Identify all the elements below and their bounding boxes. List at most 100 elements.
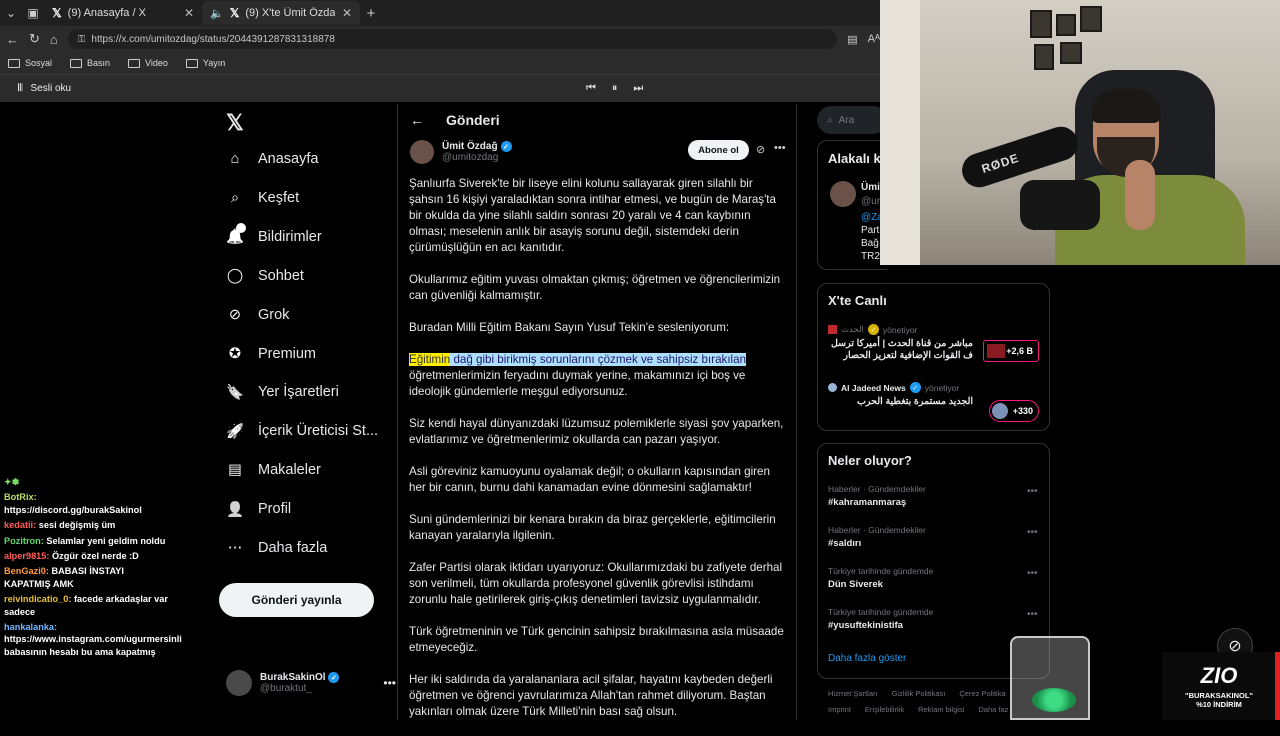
browser-tab-post[interactable]: 🔈 𝕏 (9) X'te Ümit Özdağ: "Şanlıurfa ✕ [202,1,360,25]
search-input[interactable]: ⌕ Ara [817,106,887,134]
tab-menu-icon[interactable]: ⌄ [0,2,22,24]
footer-link[interactable]: Reklam bilgisi [918,705,964,714]
sponsor-logo: ZIO [1200,663,1238,688]
bookmark-folder-video[interactable]: Video [128,58,168,68]
post-paragraph: Siz kendi hayal dünyanızdaki lüzumsuz po… [409,417,784,446]
chat-message: ✦✽ [4,476,172,488]
address-bar-row: ← ↻ ⌂ ⚿ https://x.com/umitozdag/status/2… [0,26,880,52]
footer-link[interactable]: Imprint [828,705,851,714]
accent-bar [1275,652,1280,720]
more-icon[interactable]: ••• [383,676,396,690]
emote-icon: ✦✽ [4,477,20,487]
verified-icon: ✓ [909,382,921,393]
reload-icon[interactable]: ↻ [29,31,40,47]
previous-icon[interactable]: ⏮ [586,82,596,95]
workspaces-icon[interactable]: ▣ [22,2,44,24]
chat-username: BotRix: [4,492,37,503]
next-icon[interactable]: ⏭ [633,82,643,95]
tab-label: (9) Anasayfa / X [67,7,146,19]
bookmark-folder-sosyal[interactable]: Sosyal [8,58,52,68]
chat-message: kedatii: sesi değişmiş üm [4,519,172,531]
bell-icon: 🔔 9 [225,222,246,246]
read-aloud-icon[interactable]: Aᴬ [868,33,880,45]
related-title: Alakalı k [828,151,881,166]
more-circle-icon: ⋯ [227,540,243,556]
bookmark-folder-basin[interactable]: Basın [70,58,110,68]
account-handle: @buraktut_ [260,683,312,695]
avatar[interactable] [830,181,856,207]
live-title: X'te Canlı [828,293,887,308]
sidebar-item-more-circle[interactable]: ⋯ Daha fazla [226,539,328,557]
pause-icon[interactable]: ⏸ [612,82,618,95]
search-icon: ⌕ [230,189,240,206]
footer-link[interactable]: Çerez Politika [959,689,1005,698]
grok-icon[interactable]: ⊘ [756,143,765,156]
sidebar-item-home[interactable]: ⌂ Anasayfa [226,150,319,168]
chat-message: BotRix: https://discord.gg/burakSakinol [4,491,172,516]
sidebar-item-search[interactable]: ⌕ Keşfet [226,189,299,207]
sidebar-item-label: Yer İşaretleri [258,384,339,401]
sidebar-item-profile[interactable]: 👤 Profil [226,500,291,518]
more-icon[interactable]: ••• [1027,568,1038,579]
footer-link[interactable]: Hizmet Şartları [828,689,878,698]
split-screen-icon[interactable]: ▤ [847,33,857,46]
close-tab-icon[interactable]: ✕ [342,6,352,20]
home-icon[interactable]: ⌂ [50,32,58,47]
trend-tag: #kahramanmaraş [828,497,907,508]
footer-link[interactable]: Erişilebilirlik [865,705,904,714]
trend-item[interactable]: Haberler · Gündemdekiler #kahramanmaraş [828,484,926,508]
more-icon[interactable]: ••• [774,142,786,154]
chat-text: sesi değişmiş üm [38,520,116,531]
bookmark-folder-yayin[interactable]: Yayın [186,58,225,68]
streamer-arm [1125,160,1155,230]
sidebar-item-article[interactable]: ▤ Makaleler [226,461,321,479]
browser-tab-home[interactable]: 𝕏 (9) Anasayfa / X ✕ [44,1,202,25]
new-tab-icon[interactable]: + [360,2,382,24]
post-button[interactable]: Gönderi yayınla [219,583,374,617]
avatar[interactable] [410,140,434,164]
browser-tab-bar: ⌄ ▣ 𝕏 (9) Anasayfa / X ✕ 🔈 𝕏 (9) X'te Üm… [0,0,880,26]
related-name[interactable]: Ümi [861,182,880,193]
live-listeners-badge[interactable]: +2,6 B [983,340,1039,362]
post-paragraph: Suni gündemlerinizi bir kenara bırakın d… [409,513,776,542]
post-paragraph: Asli göreviniz kamuoyunu oyalamak değil;… [409,465,770,494]
back-icon[interactable]: ← [6,32,19,47]
live-item[interactable]: Al Jadeed News ✓ yönetiyor الجديد مستمرة ب… [828,382,973,408]
account-switcher[interactable]: BurakSakinOl ✓ @buraktut_ ••• [226,670,396,696]
url-field[interactable]: ⚿ https://x.com/umitozdag/status/2044391… [67,29,838,49]
show-more-link[interactable]: Daha fazla göster [828,653,906,664]
related-people-card: Alakalı k Ümi @ur @Za Part Bağ TR2 [817,140,887,270]
author-name[interactable]: Ümit Özdağ ✓ [442,141,512,152]
more-icon[interactable]: ••• [1027,486,1038,497]
close-tab-icon[interactable]: ✕ [184,6,194,20]
chat-username: reivindicatio_0: [4,594,72,605]
sidebar-item-premium[interactable]: ✪ Premium [226,345,316,363]
chat-message: Pozitron: Selamlar yeni geldim noldu [4,535,172,547]
sidebar-item-bookmark[interactable]: 🔖 Yer İşaretleri [226,383,339,401]
post-header: ← Gönderi [410,112,500,128]
post-author[interactable]: Ümit Özdağ ✓ @umitozdag [410,140,512,164]
x-logo-icon[interactable]: 𝕏 [226,110,244,136]
trend-item[interactable]: Haberler · Gündemdekiler #saldırı [828,525,926,549]
trend-category: Haberler · Gündemdekiler [828,525,926,535]
footer-link[interactable]: Daha faz [978,705,1008,714]
site-info-icon[interactable]: ⚿ [78,34,86,45]
sidebar-item-bell[interactable]: 🔔 9 Bildirimler [225,222,322,246]
sidebar-item-chat[interactable]: ◯ Sohbet [226,267,304,285]
post-paragraph: Okullarımız eğitim yuvası olmaktan çıkmı… [409,273,781,302]
trend-item[interactable]: Türkiye tarihinde gündemde Dün Siverek [828,566,933,590]
grok-icon: ⊘ [228,306,242,323]
back-arrow-icon[interactable]: ← [410,112,424,128]
more-icon[interactable]: ••• [1027,609,1038,620]
more-icon[interactable]: ••• [1027,527,1038,538]
live-item[interactable]: الحدث ✓ yönetiyor مباشر من قناة الحدث | أم… [828,324,973,362]
live-listeners-badge[interactable]: +330 [989,400,1039,422]
footer-link[interactable]: Gizlilik Politikası [892,689,946,698]
trend-category: Türkiye tarihinde gündemde [828,566,934,576]
author-handle[interactable]: @umitozdag [442,152,512,163]
sidebar-item-label: Bildirimler [258,228,322,245]
sidebar-item-rocket[interactable]: 🚀 İçerik Üreticisi St... [226,422,378,440]
subscribe-button[interactable]: Abone ol [688,140,749,160]
sidebar-item-grok[interactable]: ⊘ Grok [226,306,290,324]
trend-item[interactable]: Türkiye tarihinde gündemde #yusuftekinist… [828,607,933,631]
